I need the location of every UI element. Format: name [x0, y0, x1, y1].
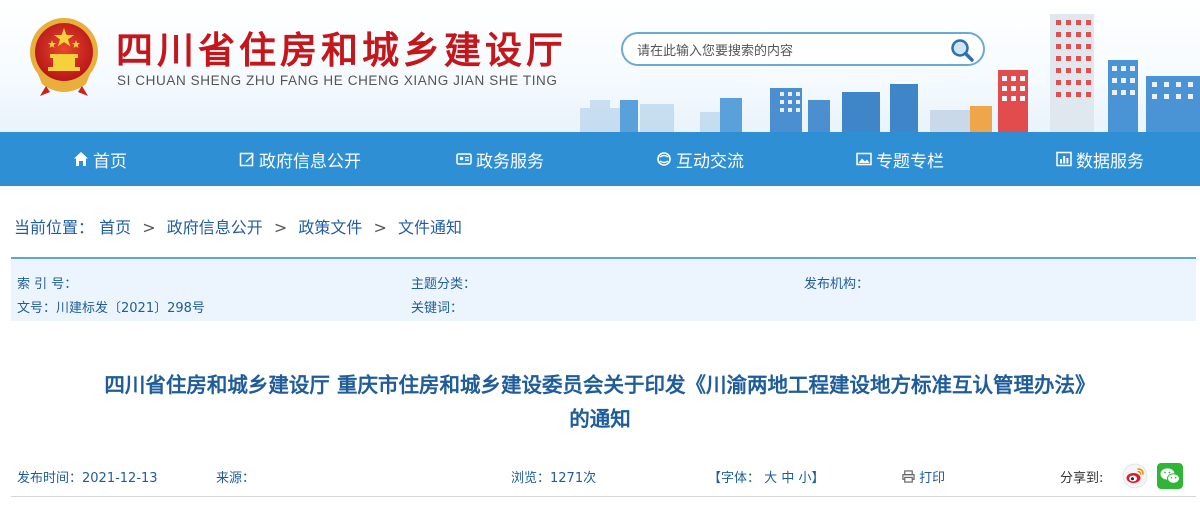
- nav-item-label: 数据服务: [1076, 151, 1144, 172]
- wechat-share-icon[interactable]: [1157, 463, 1183, 489]
- chat-icon: [657, 152, 671, 166]
- article-title-line: 四川省住房和城乡建设厅 重庆市住房和城乡建设委员会关于印发《川渝两地工程建设地方…: [104, 373, 1096, 397]
- breadcrumb-item-gov-info[interactable]: 政府信息公开: [167, 218, 263, 237]
- publish-date: 发布时间：2021-12-13: [17, 467, 158, 486]
- view-count-value: 1271次: [550, 471, 597, 486]
- breadcrumb-item-notice[interactable]: 文件通知: [398, 218, 462, 237]
- article-title: 四川省住房和城乡建设厅 重庆市住房和城乡建设委员会关于印发《川渝两地工程建设地方…: [0, 368, 1200, 436]
- print-label: 打印: [919, 471, 946, 486]
- font-size-label: 【字体：: [708, 471, 761, 486]
- site-header: 四川省住房和城乡建设厅 SI CHUAN SHENG ZHU FANG HE C…: [0, 0, 1200, 132]
- keywords-label: 关键词：: [411, 301, 464, 316]
- article-title-line: 的通知: [569, 407, 631, 431]
- breadcrumb-item-home[interactable]: 首页: [99, 218, 131, 237]
- source-label: 来源：: [216, 471, 256, 486]
- breadcrumb-separator: >: [142, 218, 156, 237]
- breadcrumb-separator: >: [273, 218, 288, 237]
- view-count-label: 浏览：: [511, 471, 551, 486]
- breadcrumb-label: 当前位置：: [14, 218, 95, 237]
- divider: [11, 496, 1196, 497]
- nav-item-gov-info[interactable]: 政府信息公开: [200, 132, 400, 186]
- home-icon: [74, 152, 88, 166]
- printer-icon: [902, 470, 915, 483]
- image-icon: [856, 152, 872, 166]
- nav-item-gov-service[interactable]: 政务服务: [400, 132, 600, 186]
- publish-date-label: 发布时间：: [17, 471, 83, 486]
- nav-item-interaction[interactable]: 互动交流: [600, 132, 800, 186]
- nav-item-label: 政务服务: [476, 151, 544, 172]
- city-skyline-illustration: [580, 14, 1200, 132]
- index-number-label: 索 引 号：: [17, 277, 78, 292]
- publisher-label: 发布机构：: [804, 277, 870, 292]
- doc-number-value: 川建标发〔2021〕298号: [56, 301, 205, 316]
- share-label: 分享到:: [1060, 471, 1104, 486]
- view-count: 浏览：1271次: [511, 467, 596, 486]
- breadcrumb: 当前位置： 首页 > 政府信息公开 > 政策文件 > 文件通知: [14, 214, 462, 238]
- nav-item-special[interactable]: 专题专栏: [800, 132, 1000, 186]
- nav-item-label: 政府信息公开: [259, 151, 361, 172]
- breadcrumb-separator: >: [373, 218, 387, 237]
- font-size-small-button[interactable]: 小: [798, 471, 811, 486]
- font-size-large-button[interactable]: 大: [764, 471, 777, 486]
- doc-number-label: 文号：: [17, 301, 57, 316]
- font-size-medium-button[interactable]: 中: [781, 471, 794, 486]
- doc-number: 文号：川建标发〔2021〕298号: [17, 297, 205, 316]
- article-info-bar: 发布时间：2021-12-13 来源： 浏览：1271次 【字体： 大 中 小】…: [0, 463, 1200, 493]
- site-title: 四川省住房和城乡建设厅: [116, 29, 567, 72]
- nav-item-home[interactable]: 首页: [0, 132, 200, 186]
- font-size-switcher: 【字体： 大 中 小】: [708, 467, 825, 486]
- nav-item-label: 互动交流: [676, 151, 744, 172]
- nav-item-data[interactable]: 数据服务: [1000, 132, 1200, 186]
- nav-item-label: 首页: [93, 151, 127, 172]
- print-button[interactable]: 打印: [902, 467, 945, 486]
- font-size-close-bracket: 】: [811, 471, 825, 486]
- publish-date-value: 2021-12-13: [82, 471, 158, 486]
- document-meta-box: 索 引 号： 主题分类： 发布机构： 文号：川建标发〔2021〕298号 关键词…: [11, 257, 1196, 321]
- national-emblem-icon: [30, 18, 98, 96]
- nav-item-label: 专题专栏: [876, 151, 944, 172]
- edit-icon: [239, 152, 254, 167]
- bar-chart-icon: [1056, 151, 1072, 167]
- id-card-icon: [456, 153, 472, 165]
- weibo-share-icon[interactable]: [1122, 463, 1148, 489]
- main-nav: 首页 政府信息公开 政务服务 互动交流 专题专栏 数据服务: [0, 132, 1200, 186]
- topic-label: 主题分类：: [411, 277, 477, 292]
- breadcrumb-item-policy[interactable]: 政策文件: [298, 218, 362, 237]
- site-subtitle: SI CHUAN SHENG ZHU FANG HE CHENG XIANG J…: [117, 73, 558, 88]
